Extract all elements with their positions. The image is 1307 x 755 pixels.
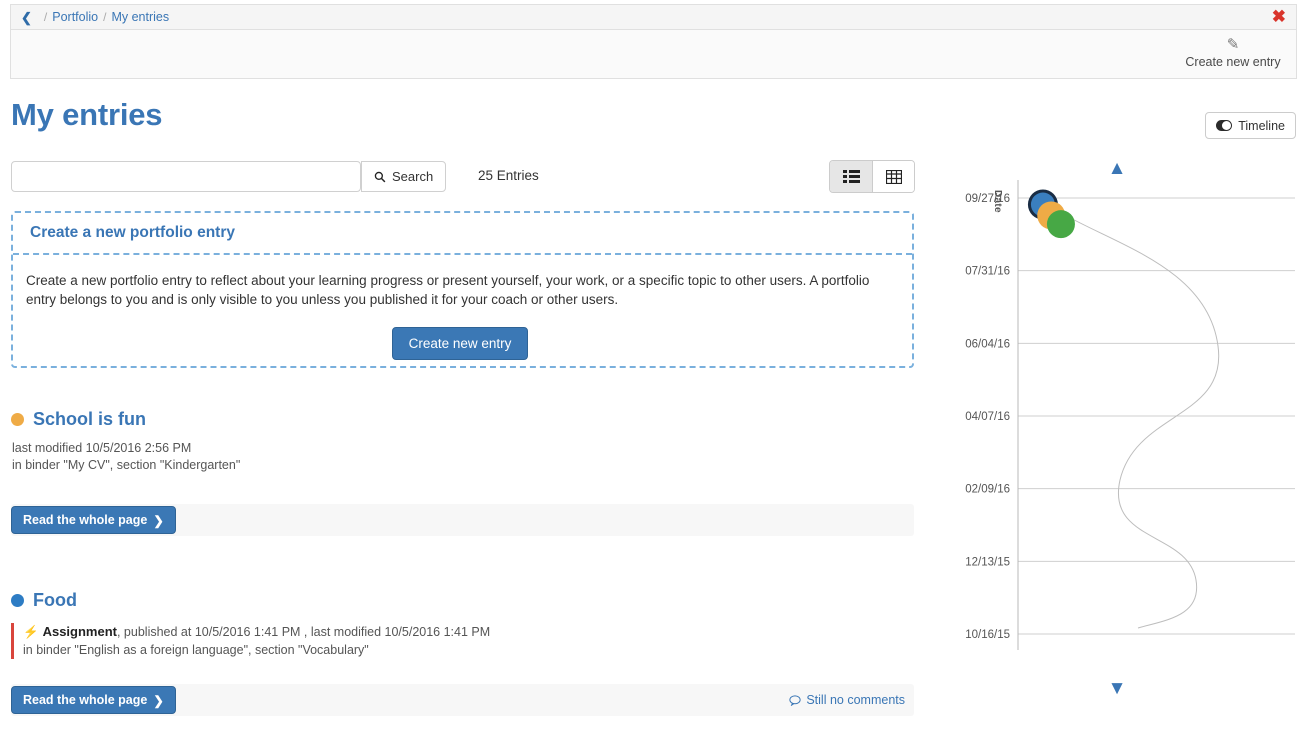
- entry-location: in binder "My CV", section "Kindergarten…: [12, 458, 241, 472]
- breadcrumb-item-my-entries[interactable]: My entries: [111, 10, 169, 24]
- timeline-toggle-button[interactable]: Timeline: [1205, 112, 1296, 139]
- create-panel-description: Create a new portfolio entry to reflect …: [26, 273, 870, 307]
- create-new-entry-action[interactable]: ✎ Create new entry: [1178, 35, 1288, 69]
- grid-view-button[interactable]: [872, 161, 914, 192]
- search-icon: [374, 171, 386, 182]
- read-whole-page-label: Read the whole page: [23, 513, 148, 527]
- breadcrumb-separator: /: [103, 10, 107, 24]
- create-panel-heading: Create a new portfolio entry: [13, 213, 912, 255]
- breadcrumb-bar: ❮ / Portfolio / My entries ✖: [10, 4, 1297, 29]
- entry-title[interactable]: School is fun: [33, 409, 146, 430]
- search-button[interactable]: Search: [361, 161, 447, 192]
- assignment-location: in binder "English as a foreign language…: [23, 643, 369, 657]
- chevron-down-icon[interactable]: ▼: [1102, 678, 1132, 700]
- bolt-icon: ⚡: [23, 625, 39, 639]
- entry-meta: last modified 10/5/2016 2:56 PM in binde…: [11, 440, 914, 474]
- list-view-button[interactable]: [830, 161, 872, 192]
- breadcrumb-item-portfolio[interactable]: Portfolio: [52, 10, 98, 24]
- list-view-icon: [842, 170, 860, 183]
- svg-text:10/16/15: 10/16/15: [965, 629, 1010, 641]
- close-icon[interactable]: ✖: [1272, 8, 1286, 25]
- timeline-chart: ▲ 09/27/16 07/31/16 06/04/16 04/07/16 02/09/…: [950, 150, 1307, 710]
- read-whole-page-label: Read the whole page: [23, 693, 148, 707]
- chevron-up-icon[interactable]: ▲: [1102, 158, 1132, 180]
- svg-text:12/13/15: 12/13/15: [965, 556, 1010, 568]
- assignment-headline: ⚡ Assignment, published at 10/5/2016 1:41…: [23, 623, 914, 641]
- toggle-switch-icon: [1216, 120, 1233, 131]
- list-item: Food ⚡ Assignment, published at 10/5/2016…: [11, 590, 914, 659]
- entries-count: 25 Entries: [478, 168, 539, 183]
- create-new-entry-button[interactable]: Create new entry: [391, 327, 529, 360]
- read-whole-page-button[interactable]: Read the whole page ❯: [11, 686, 176, 714]
- comment-icon: [789, 694, 801, 706]
- entry-status-bullet-icon: [11, 413, 24, 426]
- chart-point-entry-3: [1046, 210, 1075, 239]
- breadcrumb-separator: /: [43, 10, 48, 24]
- chevron-right-icon: ❯: [153, 513, 164, 528]
- page-title: My entries: [11, 97, 163, 132]
- entry-last-modified: last modified 10/5/2016 2:56 PM: [12, 441, 192, 455]
- assignment-block: ⚡ Assignment, published at 10/5/2016 1:41…: [11, 623, 914, 659]
- search-input[interactable]: [11, 161, 361, 192]
- entry-title-row: Food: [11, 590, 914, 611]
- entry-status-bullet-icon: [11, 594, 24, 607]
- comments-link[interactable]: Still no comments: [789, 693, 905, 707]
- assignment-name: Assignment: [42, 624, 117, 639]
- entry-title-row: School is fun: [11, 409, 914, 430]
- comments-label: Still no comments: [806, 693, 905, 707]
- search-button-label: Search: [392, 169, 434, 184]
- svg-text:09/27/16: 09/27/16: [965, 193, 1010, 205]
- read-whole-page-button[interactable]: Read the whole page ❯: [11, 506, 176, 534]
- chart-y-axis-label: Date: [992, 190, 1003, 213]
- back-chevron-icon[interactable]: ❮: [21, 11, 32, 24]
- grid-view-icon: [885, 169, 902, 184]
- list-item: School is fun last modified 10/5/2016 2:…: [11, 409, 914, 474]
- svg-text:02/09/16: 02/09/16: [965, 484, 1010, 496]
- chart-canvas[interactable]: 09/27/16 07/31/16 06/04/16 04/07/16 02/09/16…: [950, 150, 1307, 710]
- svg-text:04/07/16: 04/07/16: [965, 411, 1010, 423]
- pencil-icon: ✎: [1226, 36, 1240, 53]
- entry-title[interactable]: Food: [33, 590, 77, 611]
- view-switch-group: [829, 160, 915, 193]
- chevron-right-icon: ❯: [153, 693, 164, 708]
- create-panel-body: Create a new portfolio entry to reflect …: [13, 255, 912, 360]
- action-bar: ✎ Create new entry: [10, 29, 1297, 79]
- assignment-detail: , published at 10/5/2016 1:41 PM , last …: [116, 625, 491, 639]
- svg-text:06/04/16: 06/04/16: [965, 338, 1010, 350]
- create-portfolio-entry-panel: Create a new portfolio entry Create a ne…: [11, 211, 914, 368]
- svg-text:07/31/16: 07/31/16: [965, 266, 1010, 278]
- entry-footer: Read the whole page ❯ Still no comments: [11, 684, 914, 716]
- entry-footer: Read the whole page ❯: [11, 504, 914, 536]
- create-new-entry-label: Create new entry: [1185, 55, 1281, 69]
- timeline-toggle-label: Timeline: [1238, 118, 1285, 133]
